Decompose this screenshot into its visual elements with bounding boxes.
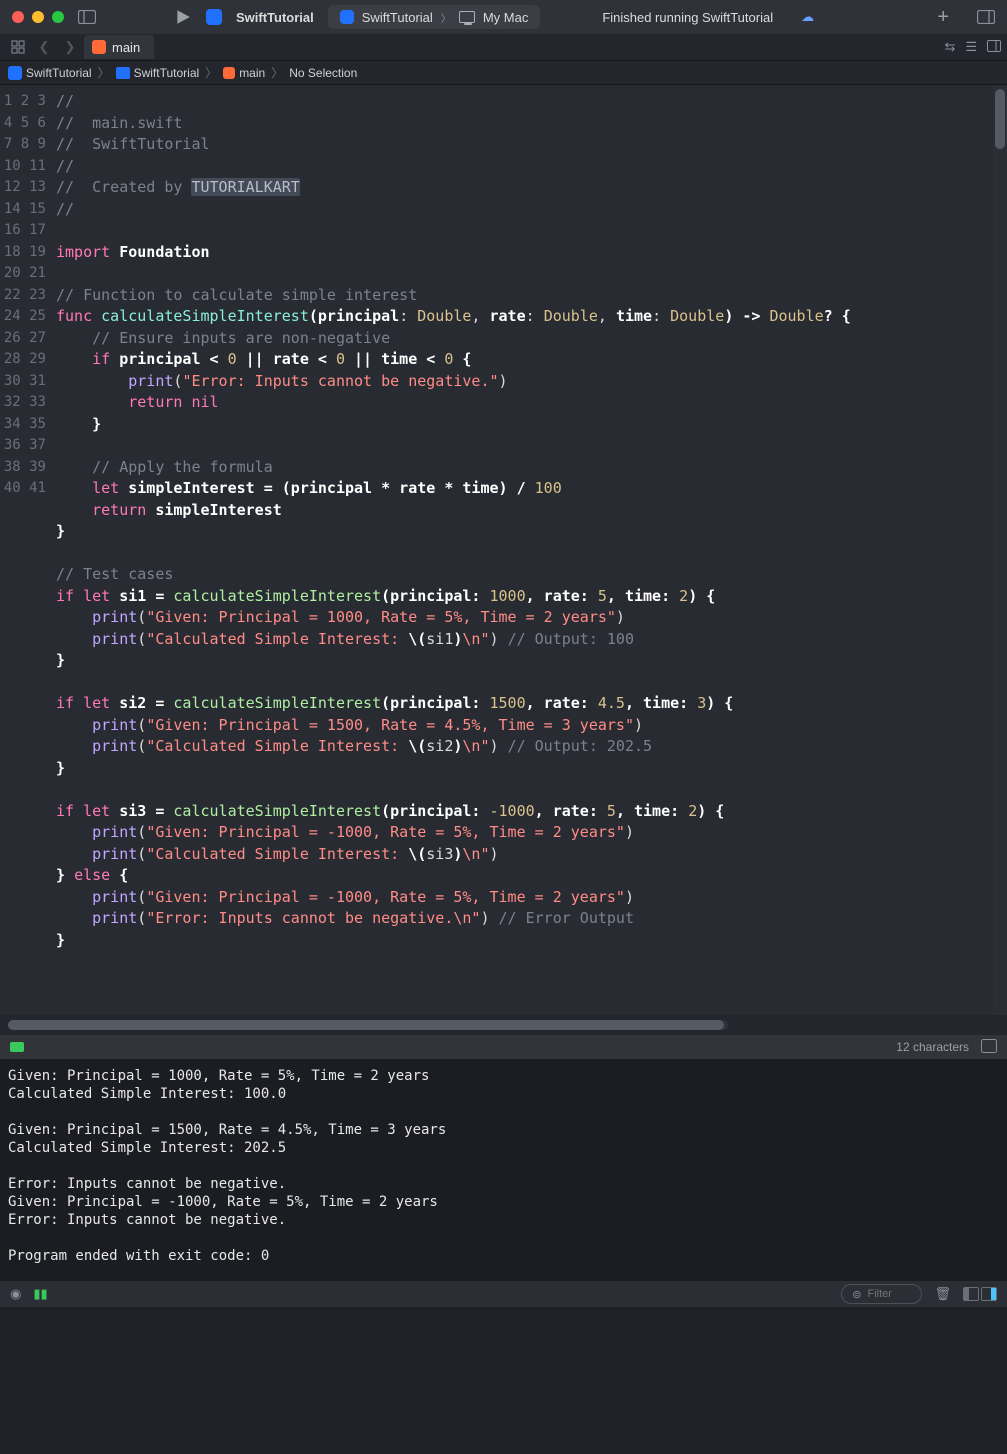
auto-toggle-icon[interactable]: ◉ bbox=[10, 1286, 21, 1302]
chevron-right-icon: 〉 bbox=[441, 10, 451, 25]
vertical-scrollbar[interactable] bbox=[993, 85, 1007, 1015]
chevron-right-icon: 〉 bbox=[205, 64, 217, 81]
line-gutter: 1 2 3 4 5 6 7 8 9 10 11 12 13 14 15 16 1… bbox=[0, 85, 56, 1015]
sidebar-toggle-icon[interactable] bbox=[78, 10, 96, 24]
chevron-right-icon: 〉 bbox=[98, 64, 110, 81]
console-toolbar: ◉ ▮▮ ⊜ 🗑 bbox=[0, 1281, 1007, 1307]
chevron-right-icon: 〉 bbox=[271, 64, 283, 81]
crumb-1[interactable]: SwiftTutorial bbox=[134, 66, 200, 80]
minimize-window-button[interactable] bbox=[32, 11, 44, 23]
window-controls bbox=[12, 11, 64, 23]
scheme-name: SwiftTutorial bbox=[362, 10, 433, 25]
tab-label: main bbox=[112, 40, 140, 55]
device-name: My Mac bbox=[483, 10, 529, 25]
console-filter[interactable]: ⊜ bbox=[841, 1284, 922, 1304]
console-output[interactable]: Given: Principal = 1000, Rate = 5%, Time… bbox=[0, 1059, 1007, 1281]
filter-icon: ⊜ bbox=[852, 1288, 861, 1301]
cloud-status-icon: ☁︎ bbox=[801, 9, 814, 25]
editor-tabbar: ❮ ❯ main ⇆ ☰ bbox=[0, 34, 1007, 61]
add-tab-button[interactable]: + bbox=[937, 6, 949, 29]
titlebar: SwiftTutorial SwiftTutorial 〉 My Mac Fin… bbox=[0, 0, 1007, 34]
breadcrumb[interactable]: SwiftTutorial 〉 SwiftTutorial 〉 main 〉 N… bbox=[0, 61, 1007, 85]
panel-toggle[interactable] bbox=[963, 1287, 997, 1301]
run-indicator-icon bbox=[10, 1042, 24, 1052]
code-editor[interactable]: 1 2 3 4 5 6 7 8 9 10 11 12 13 14 15 16 1… bbox=[0, 85, 1007, 1015]
folder-icon bbox=[116, 67, 130, 79]
trash-icon[interactable]: 🗑 bbox=[934, 1286, 951, 1302]
zoom-window-button[interactable] bbox=[52, 11, 64, 23]
filter-input[interactable] bbox=[867, 1288, 911, 1300]
debug-bar: 12 characters bbox=[0, 1035, 1007, 1059]
file-tab-main[interactable]: main bbox=[84, 35, 154, 59]
code-area[interactable]: // // main.swift // SwiftTutorial // // … bbox=[56, 85, 1007, 1015]
swift-file-icon bbox=[223, 67, 235, 79]
refresh-icon[interactable]: ⇆ bbox=[944, 39, 955, 55]
scrollbar-thumb[interactable] bbox=[8, 1020, 724, 1030]
project-name: SwiftTutorial bbox=[236, 10, 314, 25]
close-window-button[interactable] bbox=[12, 11, 24, 23]
scrollbar-thumb[interactable] bbox=[995, 89, 1005, 149]
project-icon bbox=[8, 66, 22, 80]
related-items-icon[interactable] bbox=[6, 36, 30, 58]
crumb-0[interactable]: SwiftTutorial bbox=[26, 66, 92, 80]
selection-info: 12 characters bbox=[896, 1040, 969, 1054]
forward-button[interactable]: ❯ bbox=[58, 36, 82, 58]
build-status: Finished running SwiftTutorial bbox=[602, 10, 773, 25]
run-button[interactable] bbox=[174, 8, 192, 26]
add-editor-icon[interactable] bbox=[987, 40, 1001, 55]
crumb-2[interactable]: main bbox=[239, 66, 265, 80]
scheme-icon bbox=[340, 10, 354, 24]
app-icon bbox=[206, 9, 222, 25]
scheme-selector[interactable]: SwiftTutorial 〉 My Mac bbox=[328, 5, 541, 29]
library-icon[interactable] bbox=[977, 10, 995, 24]
horizontal-scrollbar[interactable] bbox=[0, 1015, 1007, 1035]
crumb-3[interactable]: No Selection bbox=[289, 66, 357, 80]
left-panel-icon[interactable] bbox=[963, 1287, 979, 1301]
minimap-toggle-icon[interactable] bbox=[981, 1039, 997, 1056]
device-icon bbox=[459, 11, 475, 23]
swift-file-icon bbox=[92, 40, 106, 54]
variables-view-icon[interactable]: ▮▮ bbox=[33, 1286, 47, 1302]
right-panel-icon[interactable] bbox=[981, 1287, 997, 1301]
back-button[interactable]: ❮ bbox=[32, 36, 56, 58]
adjust-editor-icon[interactable]: ☰ bbox=[965, 39, 977, 55]
